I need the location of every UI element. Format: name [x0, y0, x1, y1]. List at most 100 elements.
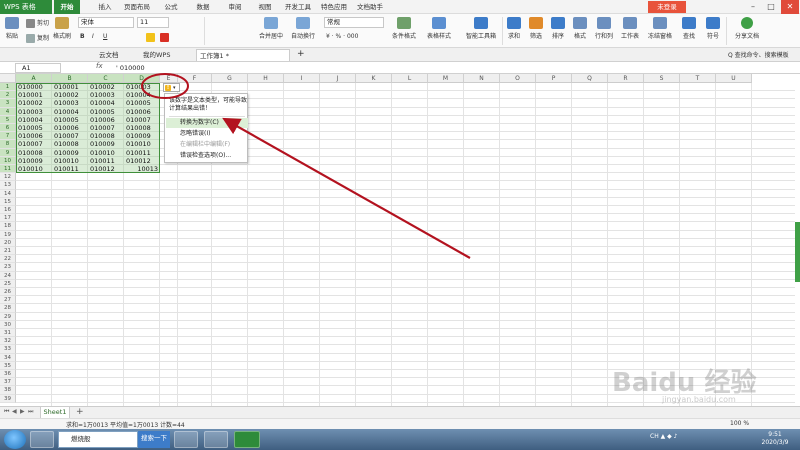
column-header-n[interactable]: N	[464, 74, 500, 83]
fx-icon[interactable]: fx	[96, 62, 103, 70]
cell-d11[interactable]: 10013	[124, 165, 160, 173]
filter-button[interactable]: 筛选	[526, 16, 546, 46]
column-header-j[interactable]: J	[320, 74, 356, 83]
cell-d2[interactable]: 010004	[124, 91, 160, 99]
browser-search-button[interactable]: 搜索一下	[138, 431, 170, 448]
row-header-7[interactable]: 7	[0, 132, 16, 141]
column-header-f[interactable]: F	[178, 74, 212, 83]
column-header-e[interactable]: E	[160, 74, 178, 83]
row-header-25[interactable]: 25	[0, 279, 16, 288]
taskbar-app-browser[interactable]	[30, 431, 54, 448]
zoom-level[interactable]: 100 %	[730, 420, 749, 427]
row-header-12[interactable]: 12	[0, 173, 16, 182]
cell-c1[interactable]: 010002	[88, 83, 124, 91]
cell-a5[interactable]: 010004	[16, 116, 52, 124]
side-panel-handle[interactable]	[795, 222, 800, 282]
column-header-a[interactable]: A	[16, 74, 52, 83]
cell-d1[interactable]: 010003	[124, 83, 160, 91]
cut-button[interactable]: 剪切	[26, 18, 49, 28]
cell-a9[interactable]: 010008	[16, 149, 52, 157]
sort-button[interactable]: 排序	[548, 16, 568, 46]
cell-c8[interactable]: 010009	[88, 140, 124, 148]
row-header-8[interactable]: 8	[0, 140, 16, 149]
row-header-15[interactable]: 15	[0, 197, 16, 206]
cell-b2[interactable]: 010002	[52, 91, 88, 99]
minimize-button[interactable]: –	[744, 0, 762, 14]
paste-button[interactable]: 粘贴	[2, 16, 22, 46]
worksheet-button[interactable]: 工作表	[618, 16, 642, 46]
cell-c10[interactable]: 010011	[88, 157, 124, 165]
cell-a3[interactable]: 010002	[16, 99, 52, 107]
browser-search-field[interactable]: 燃烧般	[58, 431, 138, 448]
cell-b11[interactable]: 010011	[52, 165, 88, 173]
row-header-3[interactable]: 3	[0, 99, 16, 108]
column-header-m[interactable]: M	[428, 74, 464, 83]
row-header-24[interactable]: 24	[0, 271, 16, 280]
format-button[interactable]: 格式	[570, 16, 590, 46]
cell-a2[interactable]: 010001	[16, 91, 52, 99]
row-header-31[interactable]: 31	[0, 329, 16, 338]
cell-d7[interactable]: 010009	[124, 132, 160, 140]
column-header-i[interactable]: I	[284, 74, 320, 83]
cell-d3[interactable]: 010005	[124, 99, 160, 107]
italic-button[interactable]: I	[92, 33, 94, 40]
row-header-37[interactable]: 37	[0, 378, 16, 387]
cell-b6[interactable]: 010006	[52, 124, 88, 132]
ignore-error-item[interactable]: 忽略错误(I)	[166, 129, 248, 139]
command-search-input[interactable]: Q 查找命令、搜索模板	[728, 50, 789, 59]
start-button[interactable]	[4, 430, 26, 449]
row-header-19[interactable]: 19	[0, 230, 16, 239]
cell-d5[interactable]: 010007	[124, 116, 160, 124]
add-sheet-button[interactable]: +	[76, 407, 84, 418]
table-style-button[interactable]: 表格样式	[422, 16, 456, 46]
cell-a4[interactable]: 010003	[16, 108, 52, 116]
tab-review[interactable]: 审阅	[224, 0, 246, 14]
tab-formula[interactable]: 公式	[160, 0, 182, 14]
tab-features[interactable]: 特色应用	[318, 0, 350, 14]
column-header-p[interactable]: P	[536, 74, 572, 83]
close-button[interactable]: ✕	[781, 0, 799, 14]
name-box[interactable]: A1	[15, 63, 61, 73]
cell-c9[interactable]: 010010	[88, 149, 124, 157]
row-header-6[interactable]: 6	[0, 124, 16, 133]
cell-c2[interactable]: 010003	[88, 91, 124, 99]
row-header-11[interactable]: 11	[0, 165, 16, 174]
row-header-1[interactable]: 1	[0, 83, 16, 92]
row-header-33[interactable]: 33	[0, 345, 16, 354]
row-header-16[interactable]: 16	[0, 206, 16, 215]
cell-b5[interactable]: 010005	[52, 116, 88, 124]
conditional-format-button[interactable]: 条件格式	[388, 16, 420, 46]
cell-c7[interactable]: 010008	[88, 132, 124, 140]
formula-input[interactable]: ' 010000	[116, 63, 145, 73]
freeze-panes-button[interactable]: 冻结窗格	[644, 16, 676, 46]
cell-a7[interactable]: 010006	[16, 132, 52, 140]
clock[interactable]: 9:51 2020/3/9	[752, 431, 798, 447]
row-header-38[interactable]: 38	[0, 386, 16, 395]
tab-view[interactable]: 视图	[254, 0, 276, 14]
taskbar-app-ie[interactable]	[204, 431, 228, 448]
tab-data[interactable]: 数据	[192, 0, 214, 14]
cell-d9[interactable]: 010011	[124, 149, 160, 157]
row-header-14[interactable]: 14	[0, 189, 16, 198]
share-doc-button[interactable]: 分享文档	[730, 16, 764, 46]
find-button[interactable]: 查找	[678, 16, 700, 46]
next-sheet-button[interactable]: ▶	[20, 408, 25, 415]
cell-a1[interactable]: 010000	[16, 83, 52, 91]
tab-page-layout[interactable]: 页面布局	[120, 0, 154, 14]
column-header-d[interactable]: D	[124, 74, 160, 83]
row-header-32[interactable]: 32	[0, 337, 16, 346]
spreadsheet-grid[interactable]: ABCDEFGHIJKLMNOPQRSTU 1 2 3 4 5 6 7 8 9 10 11 12 13 1…	[0, 74, 795, 406]
edit-in-formula-bar-item[interactable]: 在编辑栏中编辑(F)	[166, 140, 248, 150]
column-header-l[interactable]: L	[392, 74, 428, 83]
cell-d8[interactable]: 010010	[124, 140, 160, 148]
row-header-17[interactable]: 17	[0, 214, 16, 223]
cell-c5[interactable]: 010006	[88, 116, 124, 124]
underline-button[interactable]: U	[103, 33, 107, 40]
row-header-39[interactable]: 39	[0, 394, 16, 403]
row-header-18[interactable]: 18	[0, 222, 16, 231]
row-header-2[interactable]: 2	[0, 91, 16, 100]
first-sheet-button[interactable]: ⏮	[4, 408, 9, 416]
format-painter-button[interactable]: 格式刷	[50, 16, 74, 46]
fill-color-button[interactable]	[146, 33, 157, 42]
cell-b8[interactable]: 010008	[52, 140, 88, 148]
